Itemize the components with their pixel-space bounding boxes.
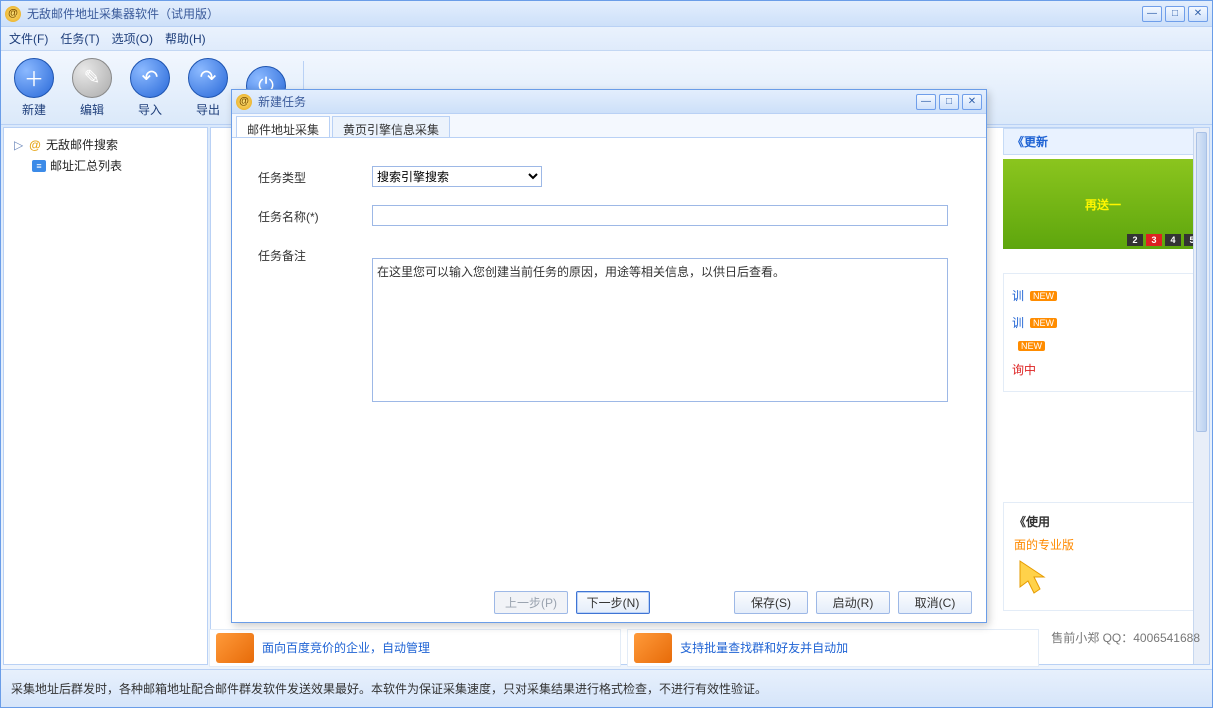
toolbar-export-label: 导出	[196, 101, 220, 118]
next-button[interactable]: 下一步(N)	[576, 591, 650, 614]
task-memo-textarea[interactable]: 在这里您可以输入您创建当前任务的原因，用途等相关信息，以供日后查看。	[372, 258, 948, 402]
main-window: @ 无敌邮件地址采集器软件（试用版） — □ ✕ 文件(F) 任务(T) 选项(…	[0, 0, 1213, 708]
tree-child-label: 邮址汇总列表	[50, 157, 122, 174]
ad-card-2[interactable]: 支持批量查找群和好友并自动加	[627, 629, 1039, 667]
tree-panel: ▷ @ 无敌邮件搜索 ≡ 邮址汇总列表	[3, 127, 208, 665]
ad-thumb-icon	[634, 633, 672, 663]
toolbar-edit-label: 编辑	[80, 101, 104, 118]
side-link-4[interactable]: 询中	[1012, 356, 1194, 383]
side-strip: 《更新 再送一 2 3 4 5 训NEW 训NEW NEW 询中	[1003, 128, 1203, 611]
dialog-titlebar[interactable]: @ 新建任务 — □ ✕	[232, 90, 986, 114]
app-icon: @	[5, 6, 21, 22]
side-links: 训NEW 训NEW NEW 询中	[1003, 273, 1203, 392]
sales-info: 售前小郑 QQ：4006541688	[1045, 629, 1206, 667]
dialog-tabs: 邮件地址采集 黄页引擎信息采集	[232, 114, 986, 138]
cursor-icon	[1014, 557, 1054, 597]
start-button[interactable]: 启动(R)	[816, 591, 890, 614]
ad1-text: 面向百度竞价的企业，自动管理	[262, 641, 430, 655]
dialog-maximize-button[interactable]: □	[939, 94, 959, 110]
minimize-button[interactable]: —	[1142, 6, 1162, 22]
tree-root[interactable]: ▷ @ 无敌邮件搜索	[10, 134, 201, 155]
maximize-button[interactable]: □	[1165, 6, 1185, 22]
side-link-2[interactable]: 训NEW	[1012, 309, 1194, 336]
side-link-3[interactable]: NEW	[1012, 336, 1194, 356]
side-use-head: 《使用	[1014, 513, 1192, 536]
ad-thumb-icon	[216, 633, 254, 663]
dialog-title: 新建任务	[258, 93, 916, 110]
cancel-button[interactable]: 取消(C)	[898, 591, 972, 614]
label-task-memo: 任务备注	[258, 244, 372, 405]
side-pro-text[interactable]: 面的专业版	[1014, 536, 1192, 553]
dialog-close-button[interactable]: ✕	[962, 94, 982, 110]
new-icon: ＋	[14, 58, 54, 98]
menu-file[interactable]: 文件(F)	[9, 30, 48, 47]
list-icon: ≡	[32, 160, 46, 172]
dialog-body: 任务类型 搜索引擎搜索 任务名称(*) 任务备注 在这里您可以输入您创建当前任务…	[232, 138, 986, 582]
banner-pager: 2 3 4 5	[1127, 234, 1200, 246]
toolbar-import[interactable]: ↶ 导入	[125, 58, 175, 118]
content-scrollbar[interactable]	[1193, 128, 1209, 664]
menu-task[interactable]: 任务(T)	[60, 30, 99, 47]
banner-text: 再送一	[1085, 196, 1121, 213]
label-task-name: 任务名称(*)	[258, 205, 372, 226]
pager-2[interactable]: 2	[1127, 234, 1143, 246]
edit-icon: ✎	[72, 58, 112, 98]
task-name-input[interactable]	[372, 205, 948, 226]
import-icon: ↶	[130, 58, 170, 98]
bottom-ads: 面向百度竞价的企业，自动管理 支持批量查找群和好友并自动加 售前小郑 QQ：40…	[209, 629, 1206, 667]
menu-option[interactable]: 选项(O)	[112, 30, 153, 47]
menu-help[interactable]: 帮助(H)	[165, 30, 206, 47]
toolbar-new-label: 新建	[22, 101, 46, 118]
save-button[interactable]: 保存(S)	[734, 591, 808, 614]
new-task-dialog: @ 新建任务 — □ ✕ 邮件地址采集 黄页引擎信息采集 任务类型 搜索引擎搜索	[231, 89, 987, 623]
side-use-box: 《使用 面的专业版	[1003, 502, 1203, 611]
ad2-text: 支持批量查找群和好友并自动加	[680, 641, 848, 655]
dialog-buttons: 上一步(P) 下一步(N) 保存(S) 启动(R) 取消(C)	[232, 582, 986, 622]
tree-root-label: 无敌邮件搜索	[46, 136, 118, 153]
toolbar-new[interactable]: ＋ 新建	[9, 58, 59, 118]
toolbar-import-label: 导入	[138, 101, 162, 118]
main-titlebar: @ 无敌邮件地址采集器软件（试用版） — □ ✕	[1, 1, 1212, 27]
prev-button: 上一步(P)	[494, 591, 568, 614]
close-button[interactable]: ✕	[1188, 6, 1208, 22]
pager-4[interactable]: 4	[1165, 234, 1181, 246]
toolbar-export[interactable]: ↷ 导出	[183, 58, 233, 118]
ad-card-1[interactable]: 面向百度竞价的企业，自动管理	[209, 629, 621, 667]
menubar: 文件(F) 任务(T) 选项(O) 帮助(H)	[1, 27, 1212, 51]
tab-yellowpage-collect[interactable]: 黄页引擎信息采集	[332, 116, 450, 137]
pager-3[interactable]: 3	[1146, 234, 1162, 246]
toolbar-edit[interactable]: ✎ 编辑	[67, 58, 117, 118]
export-icon: ↷	[188, 58, 228, 98]
scroll-thumb[interactable]	[1196, 132, 1207, 432]
status-text: 采集地址后群发时，各种邮箱地址配合邮件群发软件发送效果最好。本软件为保证采集速度…	[11, 680, 767, 697]
new-badge: NEW	[1030, 291, 1057, 301]
tree-child[interactable]: ≡ 邮址汇总列表	[28, 155, 201, 176]
new-badge: NEW	[1030, 318, 1057, 328]
tree-expand-icon[interactable]: ▷	[14, 138, 24, 152]
dialog-minimize-button[interactable]: —	[916, 94, 936, 110]
task-type-select[interactable]: 搜索引擎搜索	[372, 166, 542, 187]
tab-email-collect[interactable]: 邮件地址采集	[236, 116, 330, 137]
at-icon: @	[28, 138, 42, 152]
side-banner[interactable]: 再送一 2 3 4 5	[1003, 159, 1203, 249]
dialog-icon: @	[236, 94, 252, 110]
app-title: 无敌邮件地址采集器软件（试用版）	[27, 5, 1142, 22]
new-badge: NEW	[1018, 341, 1045, 351]
label-task-type: 任务类型	[258, 166, 372, 187]
statusbar: 采集地址后群发时，各种邮箱地址配合邮件群发软件发送效果最好。本软件为保证采集速度…	[1, 669, 1212, 707]
side-link-1[interactable]: 训NEW	[1012, 282, 1194, 309]
side-update-head: 《更新	[1003, 128, 1203, 155]
